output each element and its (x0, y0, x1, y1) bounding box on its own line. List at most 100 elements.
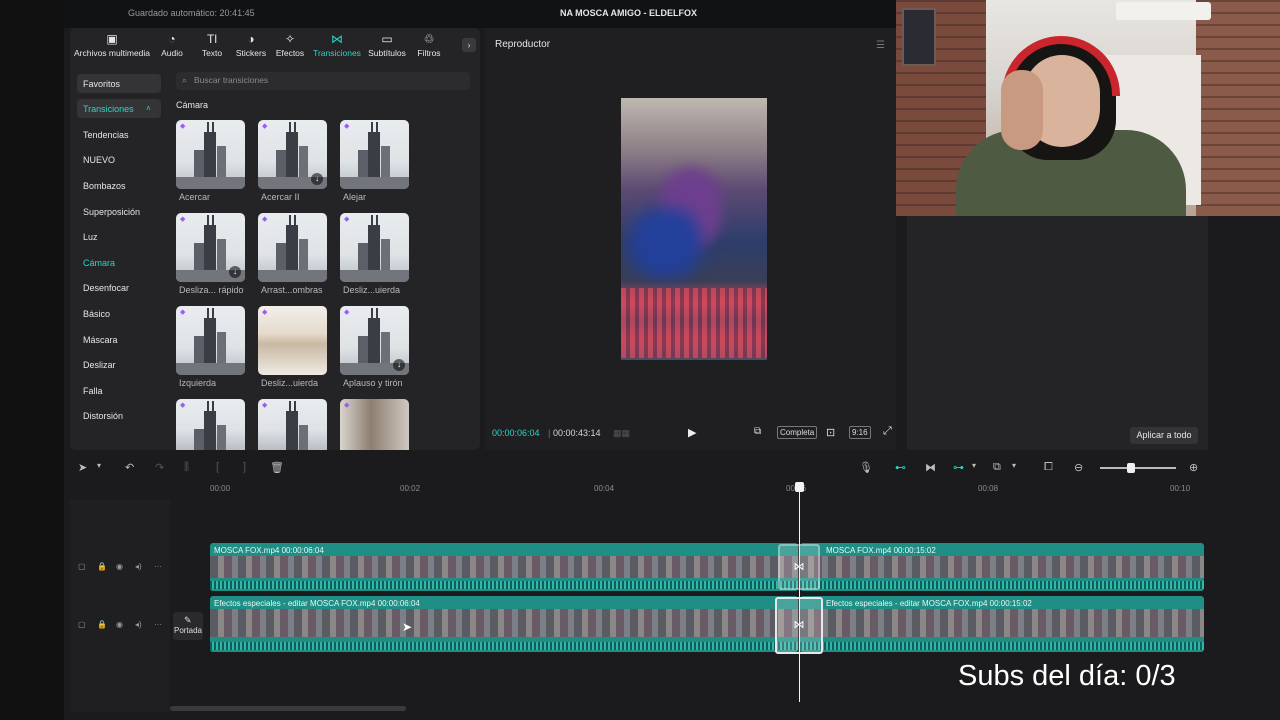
sidebar-item-slide[interactable]: Deslizar (83, 360, 116, 370)
crop-icon[interactable]: ⧉ (754, 426, 761, 437)
tab-media[interactable]: ▣ Archivos multimedia (70, 32, 154, 58)
transition-thumb-aplauso-tiron[interactable]: ◆ ↓ (340, 306, 409, 375)
zoom-out-icon[interactable]: ⊖ (1074, 461, 1083, 474)
sidebar-item-basic[interactable]: Básico (83, 309, 110, 319)
player-title: Reproductor (495, 39, 551, 50)
play-button[interactable]: ▶ (688, 426, 696, 439)
zoom-in-icon[interactable]: ⊕ (1189, 461, 1198, 474)
trim-right-icon[interactable]: ] (243, 461, 246, 473)
transition-thumb-deslizar-izquierda[interactable]: ◆ (340, 213, 409, 282)
track-thumb-icon[interactable]: ▢ (78, 562, 86, 571)
transition-label: Desliza... rápido (179, 285, 244, 295)
menu-icon[interactable]: ☰ (876, 40, 885, 51)
aspect-ratio-button[interactable]: 9:16 (849, 426, 871, 439)
transition-thumb-deslizar-izquierda-2[interactable]: ◆ (258, 306, 327, 375)
premium-icon: ◆ (262, 123, 268, 130)
zoom-slider[interactable] (1100, 467, 1176, 469)
chevron-down-icon[interactable]: ▾ (1012, 461, 1016, 470)
redo-icon[interactable]: ↷ (155, 461, 164, 474)
caption-icon[interactable]: ⧠ (1044, 461, 1053, 474)
transition-thumb-row4-3[interactable]: ◆ (340, 399, 409, 450)
transition-label: Acercar II (261, 192, 300, 202)
link-icon[interactable]: ⧓ (925, 461, 936, 474)
sidebar-item-distortion[interactable]: Distorsión (83, 411, 123, 421)
transition-label: Acercar (179, 192, 211, 202)
tab-subtitles[interactable]: ▭ Subtítulos (363, 32, 411, 58)
search-icon: ⌕ (182, 75, 188, 85)
track-headers (70, 500, 170, 712)
select-tool-icon[interactable]: ➤ (78, 461, 87, 474)
snap-icon[interactable]: ⧉ (993, 461, 1001, 474)
transition-thumb-acercar[interactable]: ◆ (176, 120, 245, 189)
transition-label: Alejar (343, 192, 367, 202)
chevron-down-icon[interactable]: ▾ (972, 461, 976, 470)
transition-thumb-izquierda[interactable]: ◆ (176, 306, 245, 375)
transition-thumb-row4-1[interactable]: ◆ (176, 399, 245, 450)
more-icon[interactable]: ··· (154, 620, 162, 629)
sidebar-item-transitions[interactable]: Transiciones (83, 104, 134, 114)
sidebar-item-hits[interactable]: Bombazos (83, 181, 126, 191)
download-icon[interactable]: ↓ (393, 359, 405, 371)
sidebar-item-overlay[interactable]: Superposición (83, 207, 140, 217)
screenshot-icon[interactable]: ⊡ (826, 426, 835, 439)
audio-icon[interactable]: ◂) (135, 562, 142, 571)
premium-icon: ◆ (344, 123, 350, 130)
preview-axis-icon[interactable]: ⊶ (953, 461, 964, 474)
time-separator: | (548, 428, 551, 438)
playhead[interactable] (795, 482, 804, 702)
split-icon[interactable]: ⫼ (184, 461, 189, 474)
horizontal-scrollbar[interactable] (170, 706, 406, 711)
video-preview (621, 98, 767, 360)
sidebar-item-favorites[interactable]: Favoritos (83, 79, 120, 89)
audio-icon: ◔ (168, 32, 176, 46)
clip-top-right[interactable]: MOSCA FOX.mp4 00:00:15:02 (800, 543, 1204, 591)
sidebar-item-light[interactable]: Luz (83, 232, 98, 242)
subtitles-icon: ▭ (381, 32, 393, 46)
zoom-slider-handle[interactable] (1127, 463, 1135, 473)
sidebar-item-trending[interactable]: Tendencias (83, 130, 129, 140)
sidebar-item-camera[interactable]: Cámara (83, 258, 115, 268)
download-icon[interactable]: ↓ (229, 266, 241, 278)
lock-icon[interactable]: 🔒 (97, 620, 107, 629)
grid-icon[interactable]: ▦▦ (613, 428, 630, 439)
tab-filters[interactable]: ♲ Filtros (410, 32, 448, 58)
transition-thumb-alejar[interactable]: ◆ (340, 120, 409, 189)
search-input[interactable]: ⌕ Buscar transiciones (176, 72, 470, 90)
magnet-icon[interactable]: ⊷ (895, 461, 906, 474)
chevron-down-icon[interactable]: ▾ (97, 461, 101, 470)
clip-top-left[interactable]: MOSCA FOX.mp4 00:00:06:04 (210, 543, 798, 591)
trim-left-icon[interactable]: [ (216, 461, 219, 473)
fullscreen-icon[interactable]: ⤢ (883, 425, 892, 438)
sidebar-item-blur[interactable]: Desenfocar (83, 283, 129, 293)
premium-icon: ◆ (180, 216, 186, 223)
transition-thumb-acercar-ii[interactable]: ◆ ↓ (258, 120, 327, 189)
more-icon[interactable]: ··· (154, 562, 162, 571)
cover-button[interactable]: ✎ Portada (173, 612, 203, 640)
delete-icon[interactable]: 🗑 (270, 461, 284, 474)
track-thumb-icon[interactable]: ▢ (78, 620, 86, 629)
transition-thumb-row4-2[interactable]: ◆ (258, 399, 327, 450)
eye-icon[interactable]: ◉ (116, 620, 123, 629)
microphone-icon[interactable]: 🎙 (859, 461, 873, 474)
transition-label: Desliz...uierda (261, 378, 319, 388)
tab-transitions[interactable]: ⋈ Transiciones (313, 32, 361, 58)
chevron-up-icon[interactable]: ˄ (146, 104, 151, 113)
clip-bottom-right[interactable]: Efectos especiales - editar MOSCA FOX.mp… (800, 596, 1204, 652)
sidebar-item-new[interactable]: NUEVO (83, 155, 115, 165)
eye-icon[interactable]: ◉ (116, 562, 123, 571)
sidebar-item-glitch[interactable]: Falla (83, 386, 103, 396)
tabs-scroll-right-button[interactable]: › (462, 38, 476, 52)
lock-icon[interactable]: 🔒 (97, 562, 107, 571)
ruler-label: 00:04 (594, 484, 615, 493)
undo-icon[interactable]: ↶ (125, 461, 134, 474)
sidebar-item-mask[interactable]: Máscara (83, 335, 118, 345)
apply-all-button[interactable]: Aplicar a todo (1130, 427, 1198, 444)
clip-bottom-left[interactable]: Efectos especiales - editar MOSCA FOX.mp… (210, 596, 798, 652)
audio-icon[interactable]: ◂) (135, 620, 142, 629)
download-icon[interactable]: ↓ (311, 173, 323, 185)
transition-thumb-deslizar-rapido[interactable]: ◆ ↓ (176, 213, 245, 282)
transition-thumb-arrastrar-sombras[interactable]: ◆ (258, 213, 327, 282)
tab-effects[interactable]: ✧ Efectos (266, 32, 314, 58)
quality-button[interactable]: Completa (777, 426, 818, 439)
webcam-overlay (896, 0, 1280, 216)
